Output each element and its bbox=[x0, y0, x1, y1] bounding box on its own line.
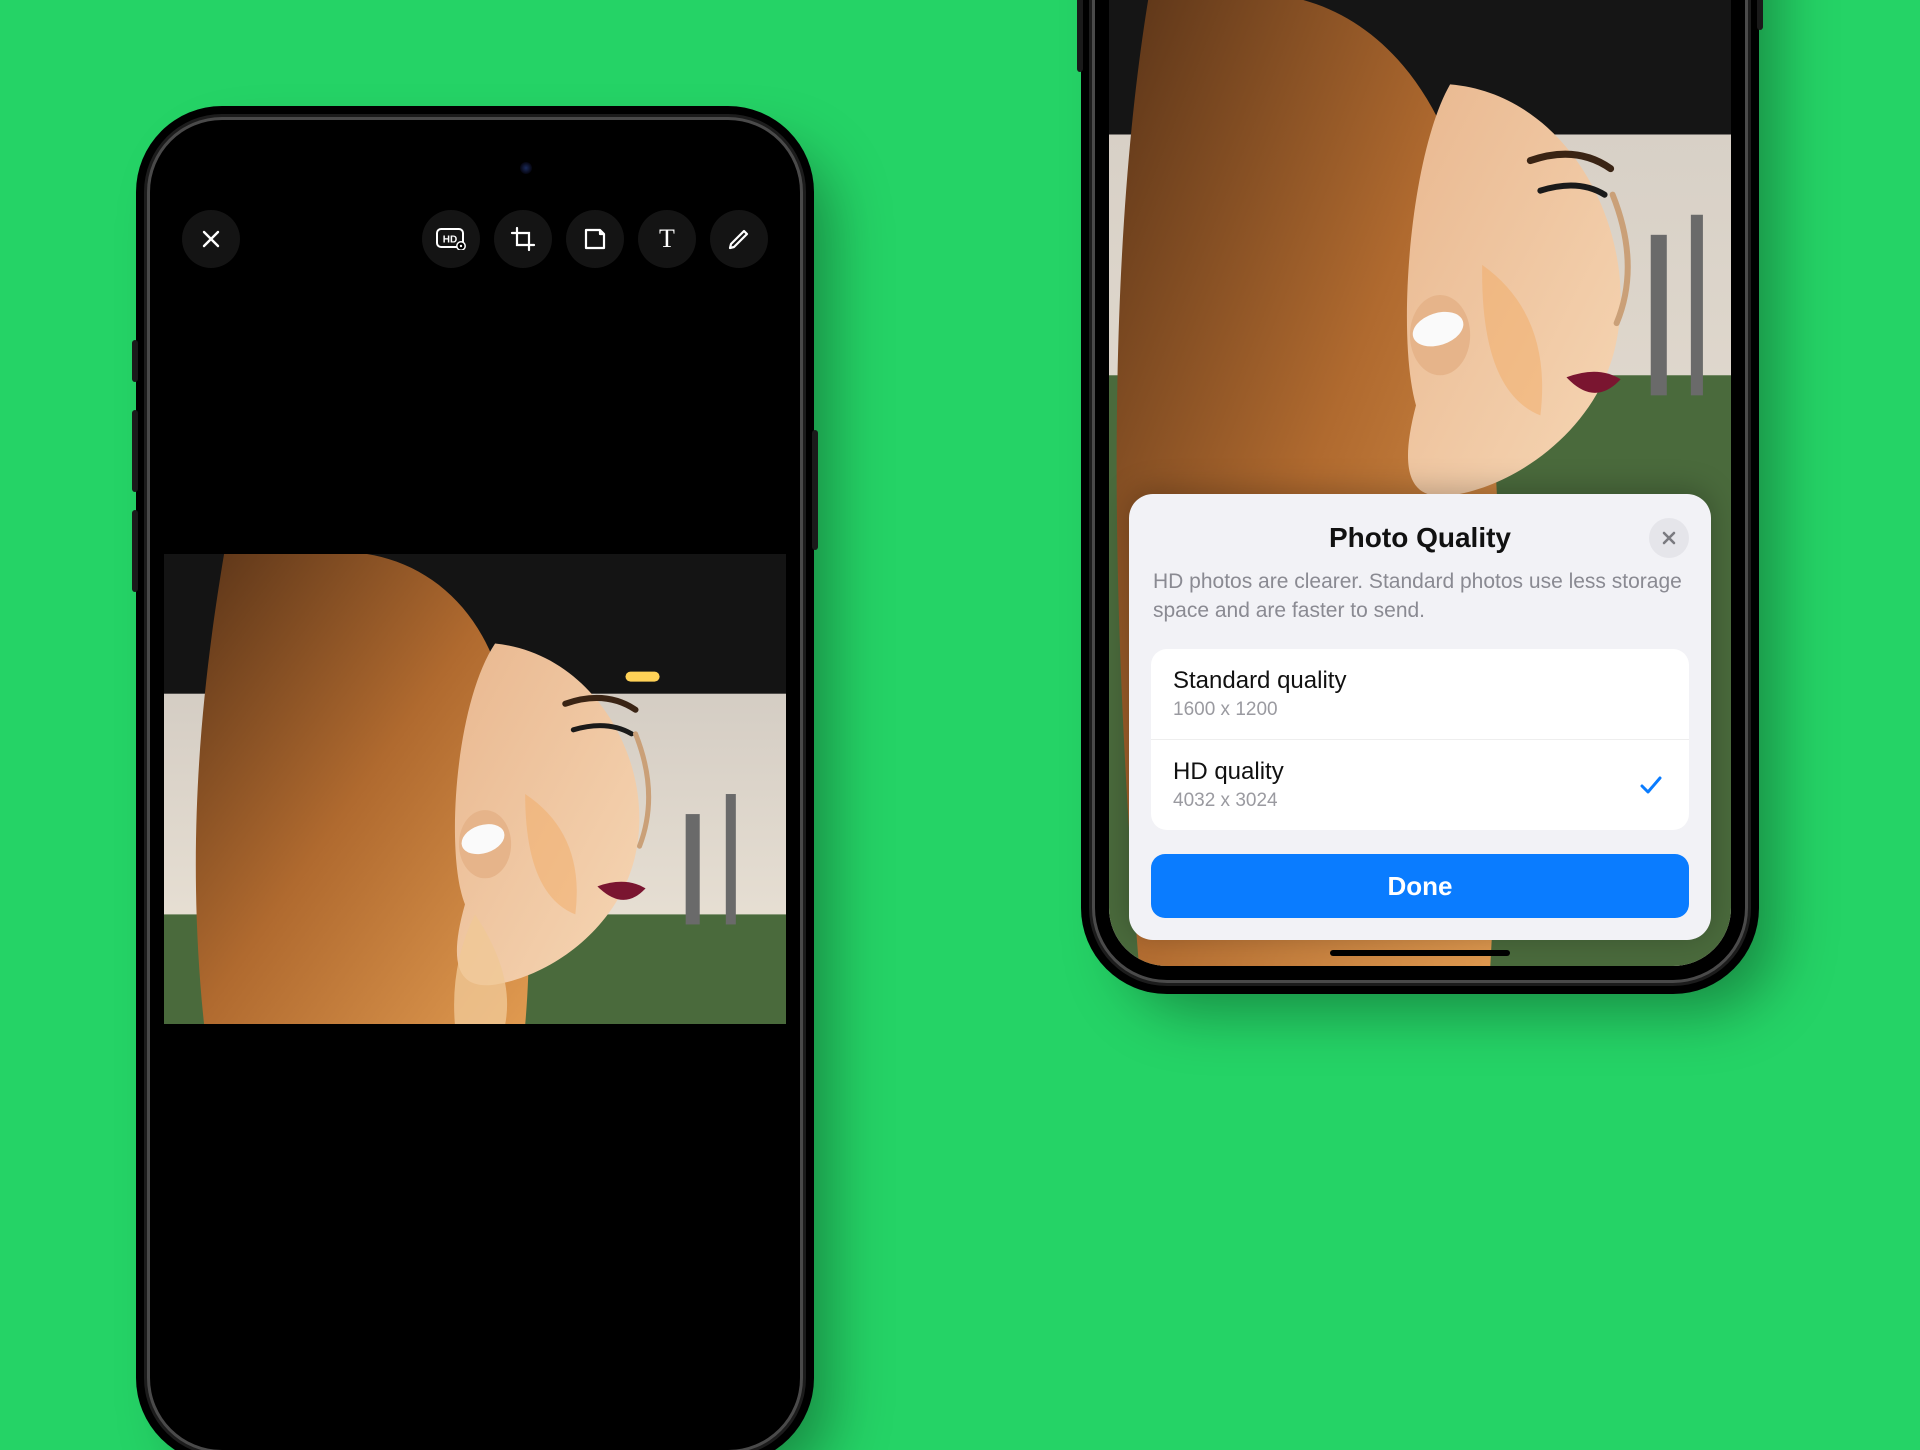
option-resolution: 1600 x 1200 bbox=[1173, 699, 1667, 721]
phone-screen-left: HD bbox=[164, 134, 786, 1436]
home-indicator[interactable] bbox=[1330, 950, 1510, 956]
draw-icon bbox=[726, 226, 752, 252]
option-label: Standard quality bbox=[1173, 667, 1667, 695]
option-resolution: 4032 x 3024 bbox=[1173, 790, 1667, 812]
phone-left: HD bbox=[150, 120, 800, 1450]
close-icon bbox=[199, 227, 223, 251]
phone-side-button bbox=[132, 340, 138, 382]
quality-options: Standard quality 1600 x 1200 HD quality … bbox=[1151, 649, 1689, 830]
draw-button[interactable] bbox=[710, 210, 768, 268]
sticker-button[interactable] bbox=[566, 210, 624, 268]
crop-rotate-icon bbox=[509, 225, 537, 253]
sheet-description: HD photos are clearer. Standard photos u… bbox=[1151, 568, 1689, 625]
phone-right: Photo Quality HD photos are clearer. Sta… bbox=[1095, 0, 1745, 980]
hd-settings-button[interactable]: HD bbox=[422, 210, 480, 268]
sticker-icon bbox=[581, 225, 609, 253]
option-hd-quality[interactable]: HD quality 4032 x 3024 bbox=[1151, 739, 1689, 830]
checkmark-icon bbox=[1637, 771, 1665, 799]
editor-tools-group: HD bbox=[422, 210, 768, 268]
phone-side-button bbox=[1077, 0, 1083, 72]
phone-side-button bbox=[812, 430, 818, 550]
phone-side-button bbox=[1757, 0, 1763, 30]
editor-toolbar: HD bbox=[164, 204, 786, 274]
phone-screen-right: Photo Quality HD photos are clearer. Sta… bbox=[1109, 0, 1731, 966]
close-button[interactable] bbox=[182, 210, 240, 268]
done-button[interactable]: Done bbox=[1151, 854, 1689, 918]
dynamic-island bbox=[390, 148, 560, 188]
photo-preview[interactable] bbox=[164, 554, 786, 1024]
option-label: HD quality bbox=[1173, 758, 1667, 786]
option-standard-quality[interactable]: Standard quality 1600 x 1200 bbox=[1151, 649, 1689, 739]
text-icon: T bbox=[659, 224, 675, 254]
sheet-header: Photo Quality bbox=[1151, 522, 1689, 554]
hd-settings-icon: HD bbox=[436, 228, 466, 250]
photo-quality-sheet: Photo Quality HD photos are clearer. Sta… bbox=[1129, 494, 1711, 940]
close-icon bbox=[1660, 529, 1678, 547]
svg-text:HD: HD bbox=[443, 235, 457, 246]
phone-side-button bbox=[132, 410, 138, 492]
text-button[interactable]: T bbox=[638, 210, 696, 268]
phone-side-button bbox=[132, 510, 138, 592]
sheet-title: Photo Quality bbox=[1151, 522, 1689, 554]
crop-rotate-button[interactable] bbox=[494, 210, 552, 268]
